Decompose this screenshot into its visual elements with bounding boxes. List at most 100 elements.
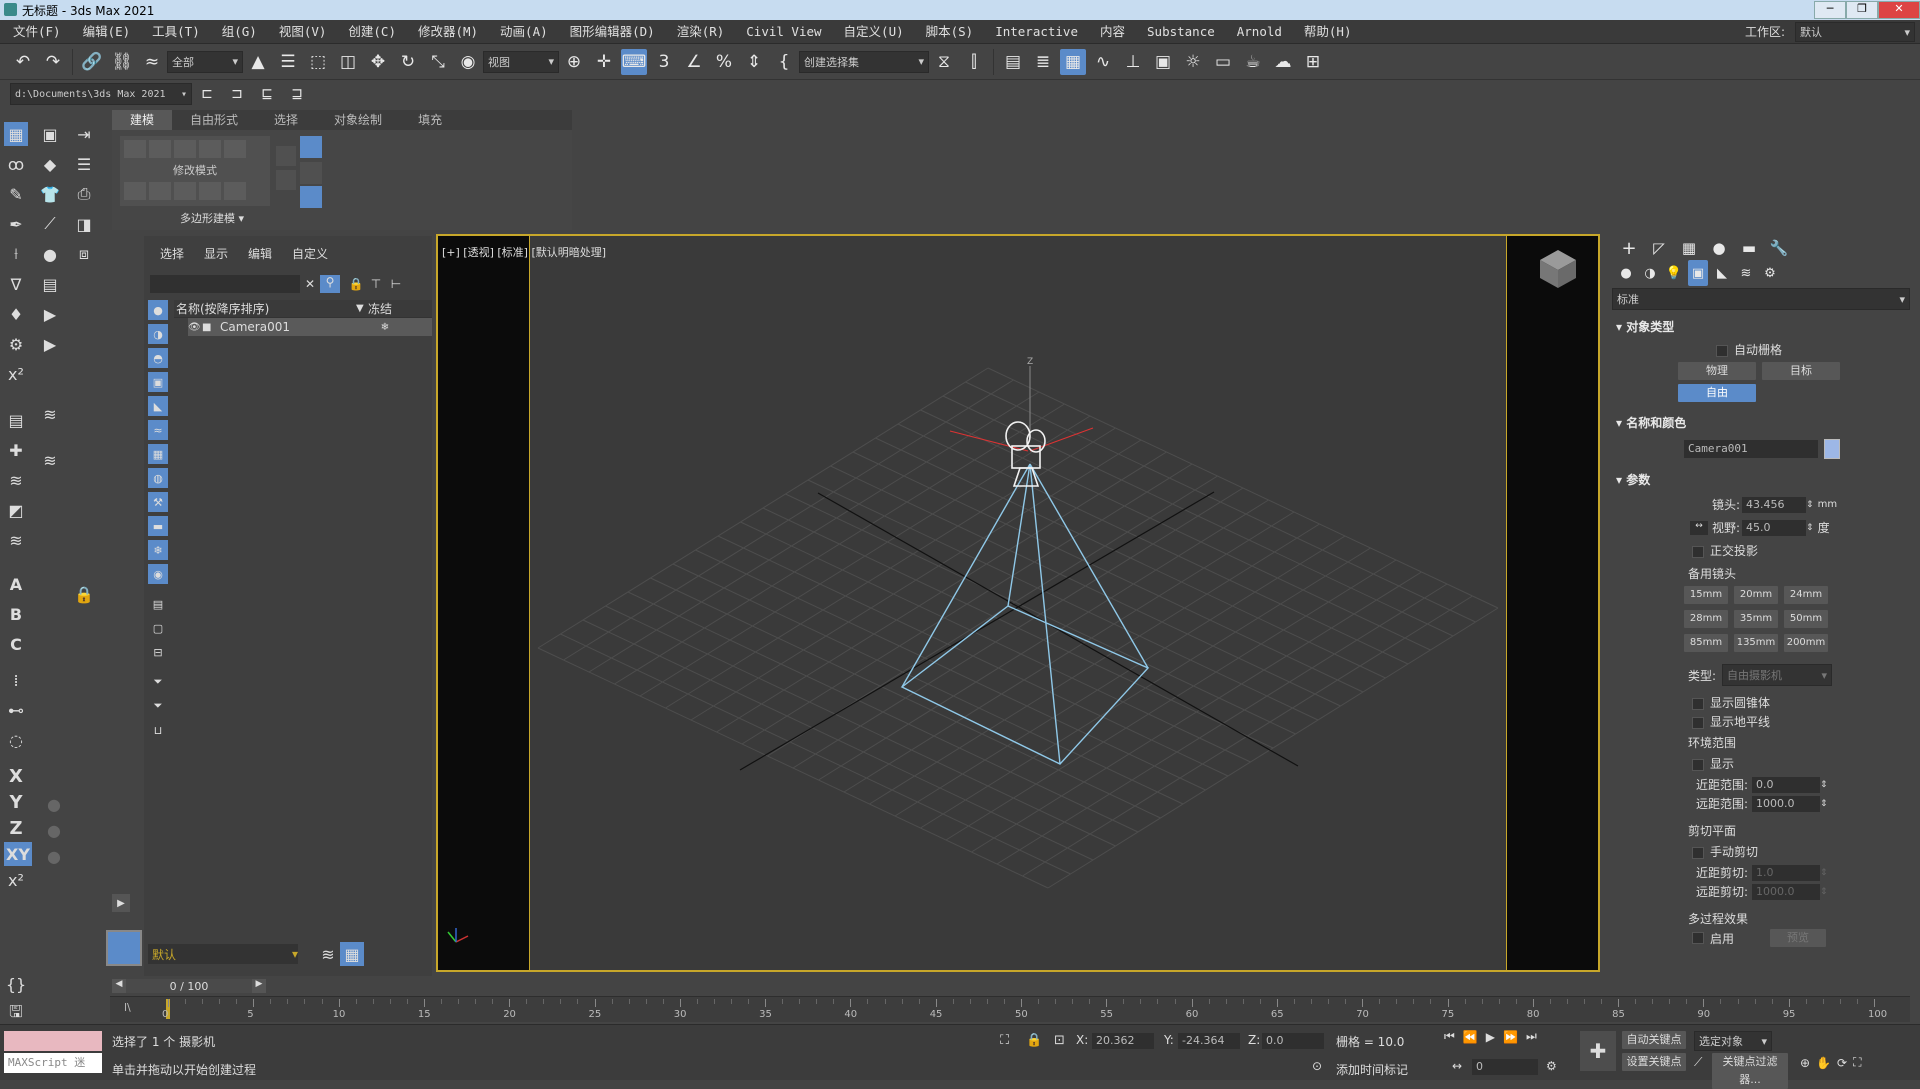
target-camera-button[interactable]: 目标 <box>1762 362 1840 380</box>
freeform-icon[interactable]: ▣ <box>38 122 62 146</box>
play-icon[interactable]: ▶ <box>1486 1030 1495 1044</box>
spinner-icon[interactable]: ⇕ <box>1820 887 1828 897</box>
rotate-icon[interactable]: ↻ <box>395 49 421 75</box>
go-to-end-icon[interactable]: ⏭ <box>1526 1029 1537 1044</box>
stock-lens-button[interactable]: 24mm <box>1784 586 1828 604</box>
auto-key-button[interactable]: 自动关键点 <box>1622 1031 1686 1049</box>
material-editor-icon[interactable]: ▣ <box>1150 49 1176 75</box>
set-key-button[interactable]: 设置关键点 <box>1622 1053 1686 1071</box>
explorer-tab[interactable]: 显示 <box>194 236 238 272</box>
current-frame-field[interactable]: 0 <box>1472 1059 1538 1075</box>
select-icon[interactable]: ▦ <box>4 122 28 146</box>
pivot-center-icon[interactable]: ⊕ <box>561 49 587 75</box>
dotted-circle-icon[interactable]: ◌ <box>4 728 28 752</box>
link-icon[interactable]: 🔗 <box>79 49 105 75</box>
time-tag-icon[interactable]: ⊙ <box>1312 1059 1322 1073</box>
layer-explorer-icon[interactable]: ≣ <box>1030 49 1056 75</box>
maximize-button[interactable]: ❐ <box>1846 1 1878 19</box>
go-to-start-icon[interactable]: ⏮ <box>1444 1029 1455 1044</box>
menu-item[interactable]: 工具(T) <box>141 20 211 44</box>
ribbon-active-tool-icon[interactable] <box>300 136 322 158</box>
maxscript-listener[interactable] <box>4 1031 102 1051</box>
set-key-big-icon[interactable]: ✚ <box>1580 1031 1616 1071</box>
spinner-icon[interactable]: ⇕ <box>1820 780 1828 790</box>
project-path-dropdown[interactable]: d:\Documents\3ds Max 2021 ▾ <box>10 83 192 105</box>
shapes-icon[interactable]: ◑ <box>1640 260 1660 286</box>
auto-grid-checkbox[interactable] <box>1716 344 1728 357</box>
track-bar[interactable]: ⅼ\ 0 5 10 15 20 25 30 35 40 45 50 55 60 65 70 75 80 85 90 9… <box>110 996 1910 1022</box>
create-tab-icon[interactable]: + <box>1616 235 1642 261</box>
menu-item[interactable]: 文件(F) <box>2 20 72 44</box>
stack-icon[interactable]: ⧈ <box>72 242 96 266</box>
move-icon[interactable]: ✥ <box>365 49 391 75</box>
ribbon-tool-icon[interactable] <box>224 182 246 200</box>
explorer-tab[interactable]: 选择 <box>150 236 194 272</box>
freeze-icon[interactable]: ❄ <box>360 322 410 333</box>
orbit-icon[interactable]: ⟳ <box>1837 1056 1847 1070</box>
menu-item[interactable]: Civil View <box>735 20 832 44</box>
zoom-icon[interactable]: ⊕ <box>1800 1056 1810 1070</box>
fov-direction-icon[interactable]: ↔ <box>1690 520 1708 535</box>
menu-item[interactable]: 内容 <box>1089 20 1136 44</box>
frozen-filter-icon[interactable]: ❄ <box>148 540 168 560</box>
geometry-icon[interactable]: ● <box>1616 260 1636 286</box>
box-icon[interactable]: ◨ <box>72 212 96 236</box>
select-manipulate-icon[interactable]: ✛ <box>591 49 617 75</box>
preview-button[interactable]: 预览 <box>1770 929 1826 947</box>
absolute-mode-icon[interactable]: ⊡ <box>1054 1033 1065 1048</box>
ribbon-tool-icon[interactable] <box>199 182 221 200</box>
expand-icon[interactable]: ⇥ <box>72 122 96 146</box>
add-time-tag[interactable]: 添加时间标记 <box>1336 1061 1408 1078</box>
layers-add-icon[interactable]: ≋ <box>38 448 62 472</box>
curve-editor-icon[interactable]: ∿ <box>1090 49 1116 75</box>
lasso-icon[interactable]: ꝏ <box>4 152 28 176</box>
systems-icon[interactable]: ⚙ <box>1760 260 1780 286</box>
lock-icon[interactable]: 🔒 <box>72 582 96 606</box>
project-template-icon[interactable]: ⊑ <box>254 81 280 107</box>
z-coordinate-field[interactable]: 0.0 <box>1262 1033 1324 1049</box>
ribbon-tab[interactable]: 填充 <box>400 110 460 130</box>
gear-icon[interactable]: ⚙ <box>4 332 28 356</box>
motion-tab-icon[interactable]: ● <box>1706 235 1732 261</box>
rendered-frame-window-icon[interactable]: ▭ <box>1210 49 1236 75</box>
maximize-viewport-icon[interactable]: ⛶ <box>1853 1055 1861 1070</box>
select-layer-icon[interactable]: ◩ <box>4 498 28 522</box>
isolate-selection-icon[interactable]: ⛶ <box>1000 1033 1009 1048</box>
sphere-icon[interactable]: ● <box>38 242 62 266</box>
hidden-filter-icon[interactable]: ◉ <box>148 564 168 584</box>
menu-item[interactable]: 视图(V) <box>268 20 338 44</box>
text-c-icon[interactable]: C <box>4 632 28 656</box>
bone-filter-icon[interactable]: ⚒ <box>148 492 168 512</box>
ribbon-tool-icon[interactable] <box>149 140 171 158</box>
render-production-icon[interactable]: ☕ <box>1240 49 1266 75</box>
prev-frame-icon[interactable]: ◀ <box>112 979 126 993</box>
text-a-icon[interactable]: A <box>4 572 28 596</box>
env-show-checkbox[interactable] <box>1692 758 1704 771</box>
close-button[interactable]: ✕ <box>1878 1 1920 19</box>
layers-icon[interactable]: ≋ <box>316 942 340 966</box>
text-b-icon[interactable]: B <box>4 602 28 626</box>
named-selection-dropdown[interactable]: 创建选择集 ▾ <box>799 50 929 73</box>
maxscript-input[interactable]: MAXScript 迷 <box>4 1053 102 1073</box>
menu-item[interactable]: Substance <box>1136 20 1226 44</box>
project-folder-icon[interactable]: ⊏ <box>194 81 220 107</box>
collapse-arrow-icon[interactable]: ▶ <box>112 894 130 912</box>
orthographic-checkbox[interactable] <box>1692 545 1704 558</box>
previous-key-icon[interactable]: ⏪ <box>1463 1030 1478 1044</box>
menu-item[interactable]: 动画(A) <box>489 20 559 44</box>
spacewarps-icon[interactable]: ≋ <box>1736 260 1756 286</box>
ribbon-tab[interactable]: 建模 <box>112 110 173 130</box>
geometry-filter-icon[interactable]: ● <box>148 300 168 320</box>
keyboard-shortcut-override-icon[interactable]: ⌨ <box>621 48 647 75</box>
window-crossing-icon[interactable]: ◫ <box>335 49 361 75</box>
funnel-2-icon[interactable]: ⏷ <box>148 696 168 716</box>
undo-icon[interactable]: ↶ <box>10 49 36 75</box>
printer-icon[interactable]: ⎙ <box>72 182 96 206</box>
invert-filter-icon[interactable]: ⊟ <box>148 642 168 662</box>
near-clip-field[interactable]: 1.0 <box>1752 864 1820 881</box>
xform-icon[interactable]: x² <box>4 362 28 386</box>
percent-snap-icon[interactable]: % <box>711 49 737 75</box>
near-range-field[interactable]: 0.0 <box>1752 776 1820 793</box>
place-icon[interactable]: ◉ <box>455 49 481 75</box>
align-icon[interactable]: ⫿ <box>961 49 987 75</box>
